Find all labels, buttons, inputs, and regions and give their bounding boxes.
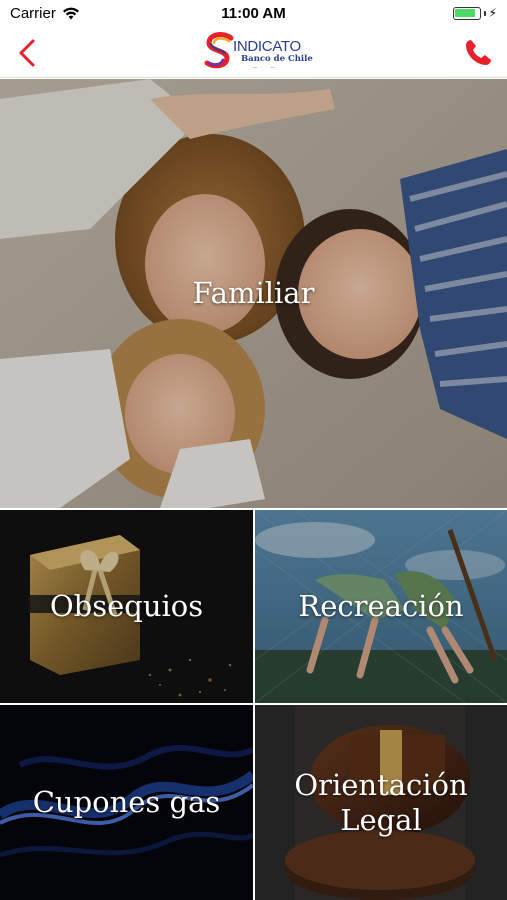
tile-orientacion-legal[interactable]: Orientación Legal: [255, 705, 507, 900]
status-time: 11:00 AM: [221, 5, 286, 22]
back-button[interactable]: [12, 36, 46, 70]
tile-obsequios-label: Obsequios: [49, 589, 204, 624]
battery-level: [455, 9, 475, 17]
tile-recreacion[interactable]: Recreación: [255, 510, 507, 703]
sindicato-logo: INDICATO Banco de Chile — · · —: [203, 32, 313, 74]
tile-legal-line1: Orientación: [294, 767, 468, 802]
status-bar: Carrier 11:00 AM ⚡︎: [0, 0, 507, 28]
chevron-left-icon: [19, 39, 35, 67]
tile-familiar[interactable]: Familiar: [0, 79, 507, 508]
nav-bar: INDICATO Banco de Chile — · · —: [0, 28, 507, 78]
status-right: ⚡︎: [452, 6, 497, 20]
tile-obsequios[interactable]: Obsequios: [0, 510, 253, 703]
tile-cupones-gas[interactable]: Cupones gas: [0, 705, 253, 900]
logo-subtitle: Banco de Chile: [241, 54, 313, 64]
logo-tagline: — · · —: [253, 65, 276, 70]
tile-legal-line2: Legal: [340, 802, 422, 837]
tile-familiar-label: Familiar: [192, 276, 315, 311]
tile-orientacion-legal-label: Orientación Legal: [288, 768, 473, 838]
battery-tip: [483, 10, 486, 16]
tile-cupones-gas-label: Cupones gas: [32, 785, 221, 820]
battery-icon: [452, 6, 481, 20]
logo-name: INDICATO: [233, 38, 301, 55]
phone-icon: [466, 40, 491, 65]
tile-recreacion-label: Recreación: [298, 589, 464, 624]
charging-icon: ⚡︎: [488, 6, 497, 20]
phone-button[interactable]: [461, 36, 495, 70]
